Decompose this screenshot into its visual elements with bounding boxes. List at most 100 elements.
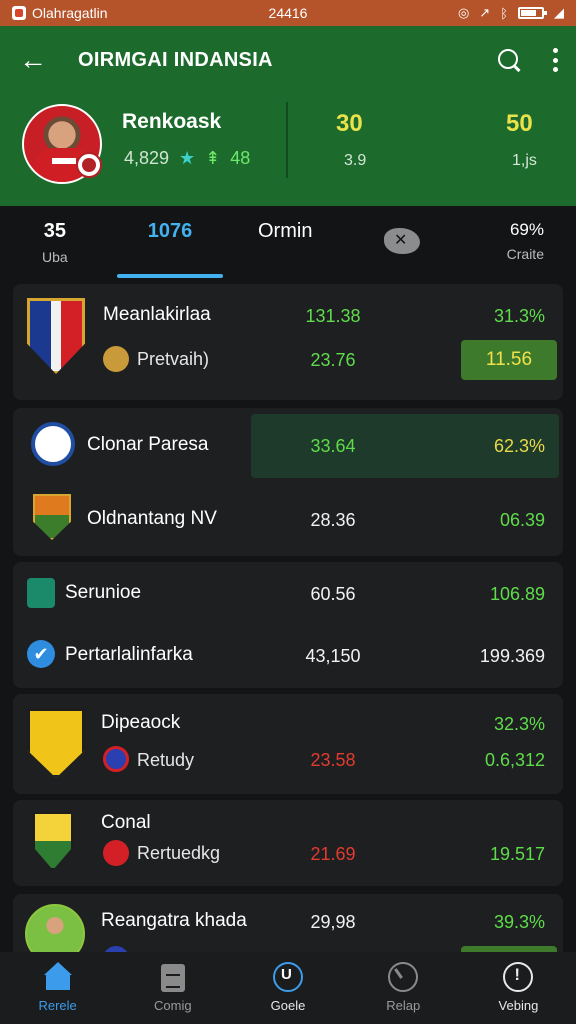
sub-team-icon xyxy=(103,346,129,372)
list-item[interactable]: Meanlakirlaa 131.38 31.3% xyxy=(13,284,563,374)
sub-team-value: 21.69 xyxy=(310,844,356,864)
value-pill: 11.56 xyxy=(461,340,557,380)
sub-team-name: Retudy xyxy=(137,750,195,770)
tab-bar: 35 Uba 1076 Ormin 69% Craite xyxy=(0,206,576,282)
team-value-2: 62.3% xyxy=(493,436,545,456)
nav-home-label: Rerele xyxy=(38,998,77,1013)
team-value-1: 29,98 xyxy=(310,912,356,932)
signal-icon: ↗ xyxy=(479,5,491,20)
team-crest-icon xyxy=(27,578,55,608)
status-carrier: Olahragatlin xyxy=(32,5,108,21)
nav-home[interactable]: Rerele xyxy=(0,952,115,1024)
team-name: Oldnantang NV xyxy=(87,508,217,529)
team-value-1: 131.38 xyxy=(305,306,361,326)
active-tab-indicator xyxy=(117,274,223,278)
team-crest-icon xyxy=(27,708,85,778)
alert-icon xyxy=(503,962,534,992)
status-bar: Olahragatlin 24416 ◎ ↗ ᛒ ◢ xyxy=(0,0,576,26)
nav-alerts-label: Vebing xyxy=(498,998,539,1013)
profile-summary: Renkoask 4,829 ★ ⇞ 48 30 3.9 50 1,js xyxy=(0,94,576,206)
list-card[interactable]: Meanlakirlaa 131.38 31.3% Pretvaih) 23.7… xyxy=(13,284,563,400)
tab-1-sub: Uba xyxy=(42,249,68,265)
tab-5[interactable]: 69% Craite xyxy=(500,220,544,262)
battery-icon xyxy=(518,7,547,19)
map-icon xyxy=(384,228,420,254)
gain-value: 48 xyxy=(230,148,251,168)
nav-stats[interactable]: Relap xyxy=(346,952,461,1024)
tab-4[interactable] xyxy=(384,228,424,260)
wifi-icon: ◢ xyxy=(554,5,564,20)
team-crest-icon xyxy=(33,812,73,870)
nav-stats-label: Relap xyxy=(386,998,421,1013)
more-options-icon[interactable] xyxy=(552,48,558,72)
stat-b-value: 50 xyxy=(506,110,533,137)
top-app-bar: ← OIRMGAI INDANSIA xyxy=(0,26,576,94)
nav-alerts[interactable]: Vebing xyxy=(461,952,576,1024)
back-arrow-icon[interactable]: ← xyxy=(18,44,48,75)
team-value-2: 06.39 xyxy=(499,510,545,530)
sub-team-value: 23.76 xyxy=(310,350,356,370)
sub-team-value-2: 0.6,312 xyxy=(484,750,545,770)
bottom-navigation: Rerele Comig Goele Relap Vebing xyxy=(0,952,576,1024)
home-icon xyxy=(43,962,73,992)
sub-team-name: Pretvaih) xyxy=(137,349,210,369)
sub-team-icon xyxy=(103,746,129,772)
system-icons: ◎ ↗ ᛒ ◢ xyxy=(458,5,564,21)
tab-3[interactable]: Ormin xyxy=(258,220,312,243)
team-crest-icon xyxy=(33,494,71,540)
team-crest-icon xyxy=(31,422,75,466)
list-card[interactable]: Clonar Paresa 33.64 62.3% Oldnantang NV … xyxy=(13,408,563,556)
team-value-2: 39.3% xyxy=(493,912,545,932)
page-title: OIRMGAI INDANSIA xyxy=(78,48,273,71)
profile-name: Renkoask xyxy=(122,110,222,133)
sub-team-value-2: 19.517 xyxy=(489,844,545,864)
clipboard-icon xyxy=(158,962,188,992)
alarm-icon: ◎ xyxy=(457,5,470,20)
team-value-1: 60.56 xyxy=(310,584,356,604)
stat-a-sub: 3.9 xyxy=(344,152,367,169)
team-value-2: 199.369 xyxy=(479,646,545,666)
nav-clipboard[interactable]: Comig xyxy=(115,952,230,1024)
tab-1-label: 35 xyxy=(43,220,66,242)
team-value-2: 31.3% xyxy=(493,306,545,326)
team-value-1: 43,150 xyxy=(305,646,361,666)
tab-2-label: 1076 xyxy=(147,220,193,242)
app-screen: Olahragatlin 24416 ◎ ↗ ᛒ ◢ ← OIRMGAI IND… xyxy=(0,0,576,1024)
header: ← OIRMGAI INDANSIA Renkoask 4,829 ★ ⇞ 48… xyxy=(0,26,576,206)
app-notification-icon xyxy=(12,6,26,20)
team-name: Clonar Paresa xyxy=(87,434,209,455)
team-name: Meanlakirlaa xyxy=(103,304,211,325)
team-value-2: 32.3% xyxy=(493,714,545,734)
list-card[interactable]: Conal Rertuedkg 21.69 19.517 xyxy=(13,800,563,886)
team-name: Serunioe xyxy=(65,582,142,603)
tab-5-label: 69% xyxy=(509,220,544,239)
gauge-icon xyxy=(388,962,419,992)
search-icon[interactable] xyxy=(496,47,522,73)
profile-meta: 4,829 ★ ⇞ 48 xyxy=(124,148,250,169)
list-card[interactable]: Serunioe 60.56 106.89 ✔ Pertarlalinfarka… xyxy=(13,562,563,688)
list-item[interactable]: Oldnantang NV 28.36 06.39 xyxy=(13,488,563,550)
club-badge-icon xyxy=(76,152,102,178)
stat-a-value: 30 xyxy=(336,110,363,137)
sub-team-name: Rertuedkg xyxy=(137,843,221,863)
list-item[interactable]: ✔ Pertarlalinfarka 43,150 199.369 xyxy=(13,624,563,686)
tab-2-active[interactable]: 1076 xyxy=(117,220,223,278)
team-value-1: 28.36 xyxy=(310,510,356,530)
tab-1[interactable]: 35 Uba xyxy=(42,220,68,265)
sub-team-icon xyxy=(103,840,129,866)
list-item[interactable]: Clonar Paresa 33.64 62.3% xyxy=(13,414,563,476)
ring-icon xyxy=(273,962,303,992)
team-name: Reangatra khada xyxy=(101,910,247,931)
nav-center[interactable]: Goele xyxy=(230,952,345,1024)
team-value-1: 33.64 xyxy=(310,436,356,456)
list-card[interactable]: Dipeaock 32.3% Retudy 23.58 0.6,312 xyxy=(13,694,563,794)
team-crest-icon xyxy=(27,298,85,374)
team-name: Dipeaock xyxy=(101,712,181,733)
nav-center-label: Goele xyxy=(270,998,306,1013)
list-item[interactable]: Serunioe 60.56 106.89 xyxy=(13,562,563,624)
check-icon: ✔ xyxy=(27,640,55,668)
stat-b-sub: 1,js xyxy=(512,152,537,169)
sub-team-value: 23.58 xyxy=(310,750,356,770)
star-icon: ★ xyxy=(179,148,196,168)
nav-clipboard-label: Comig xyxy=(154,998,192,1013)
